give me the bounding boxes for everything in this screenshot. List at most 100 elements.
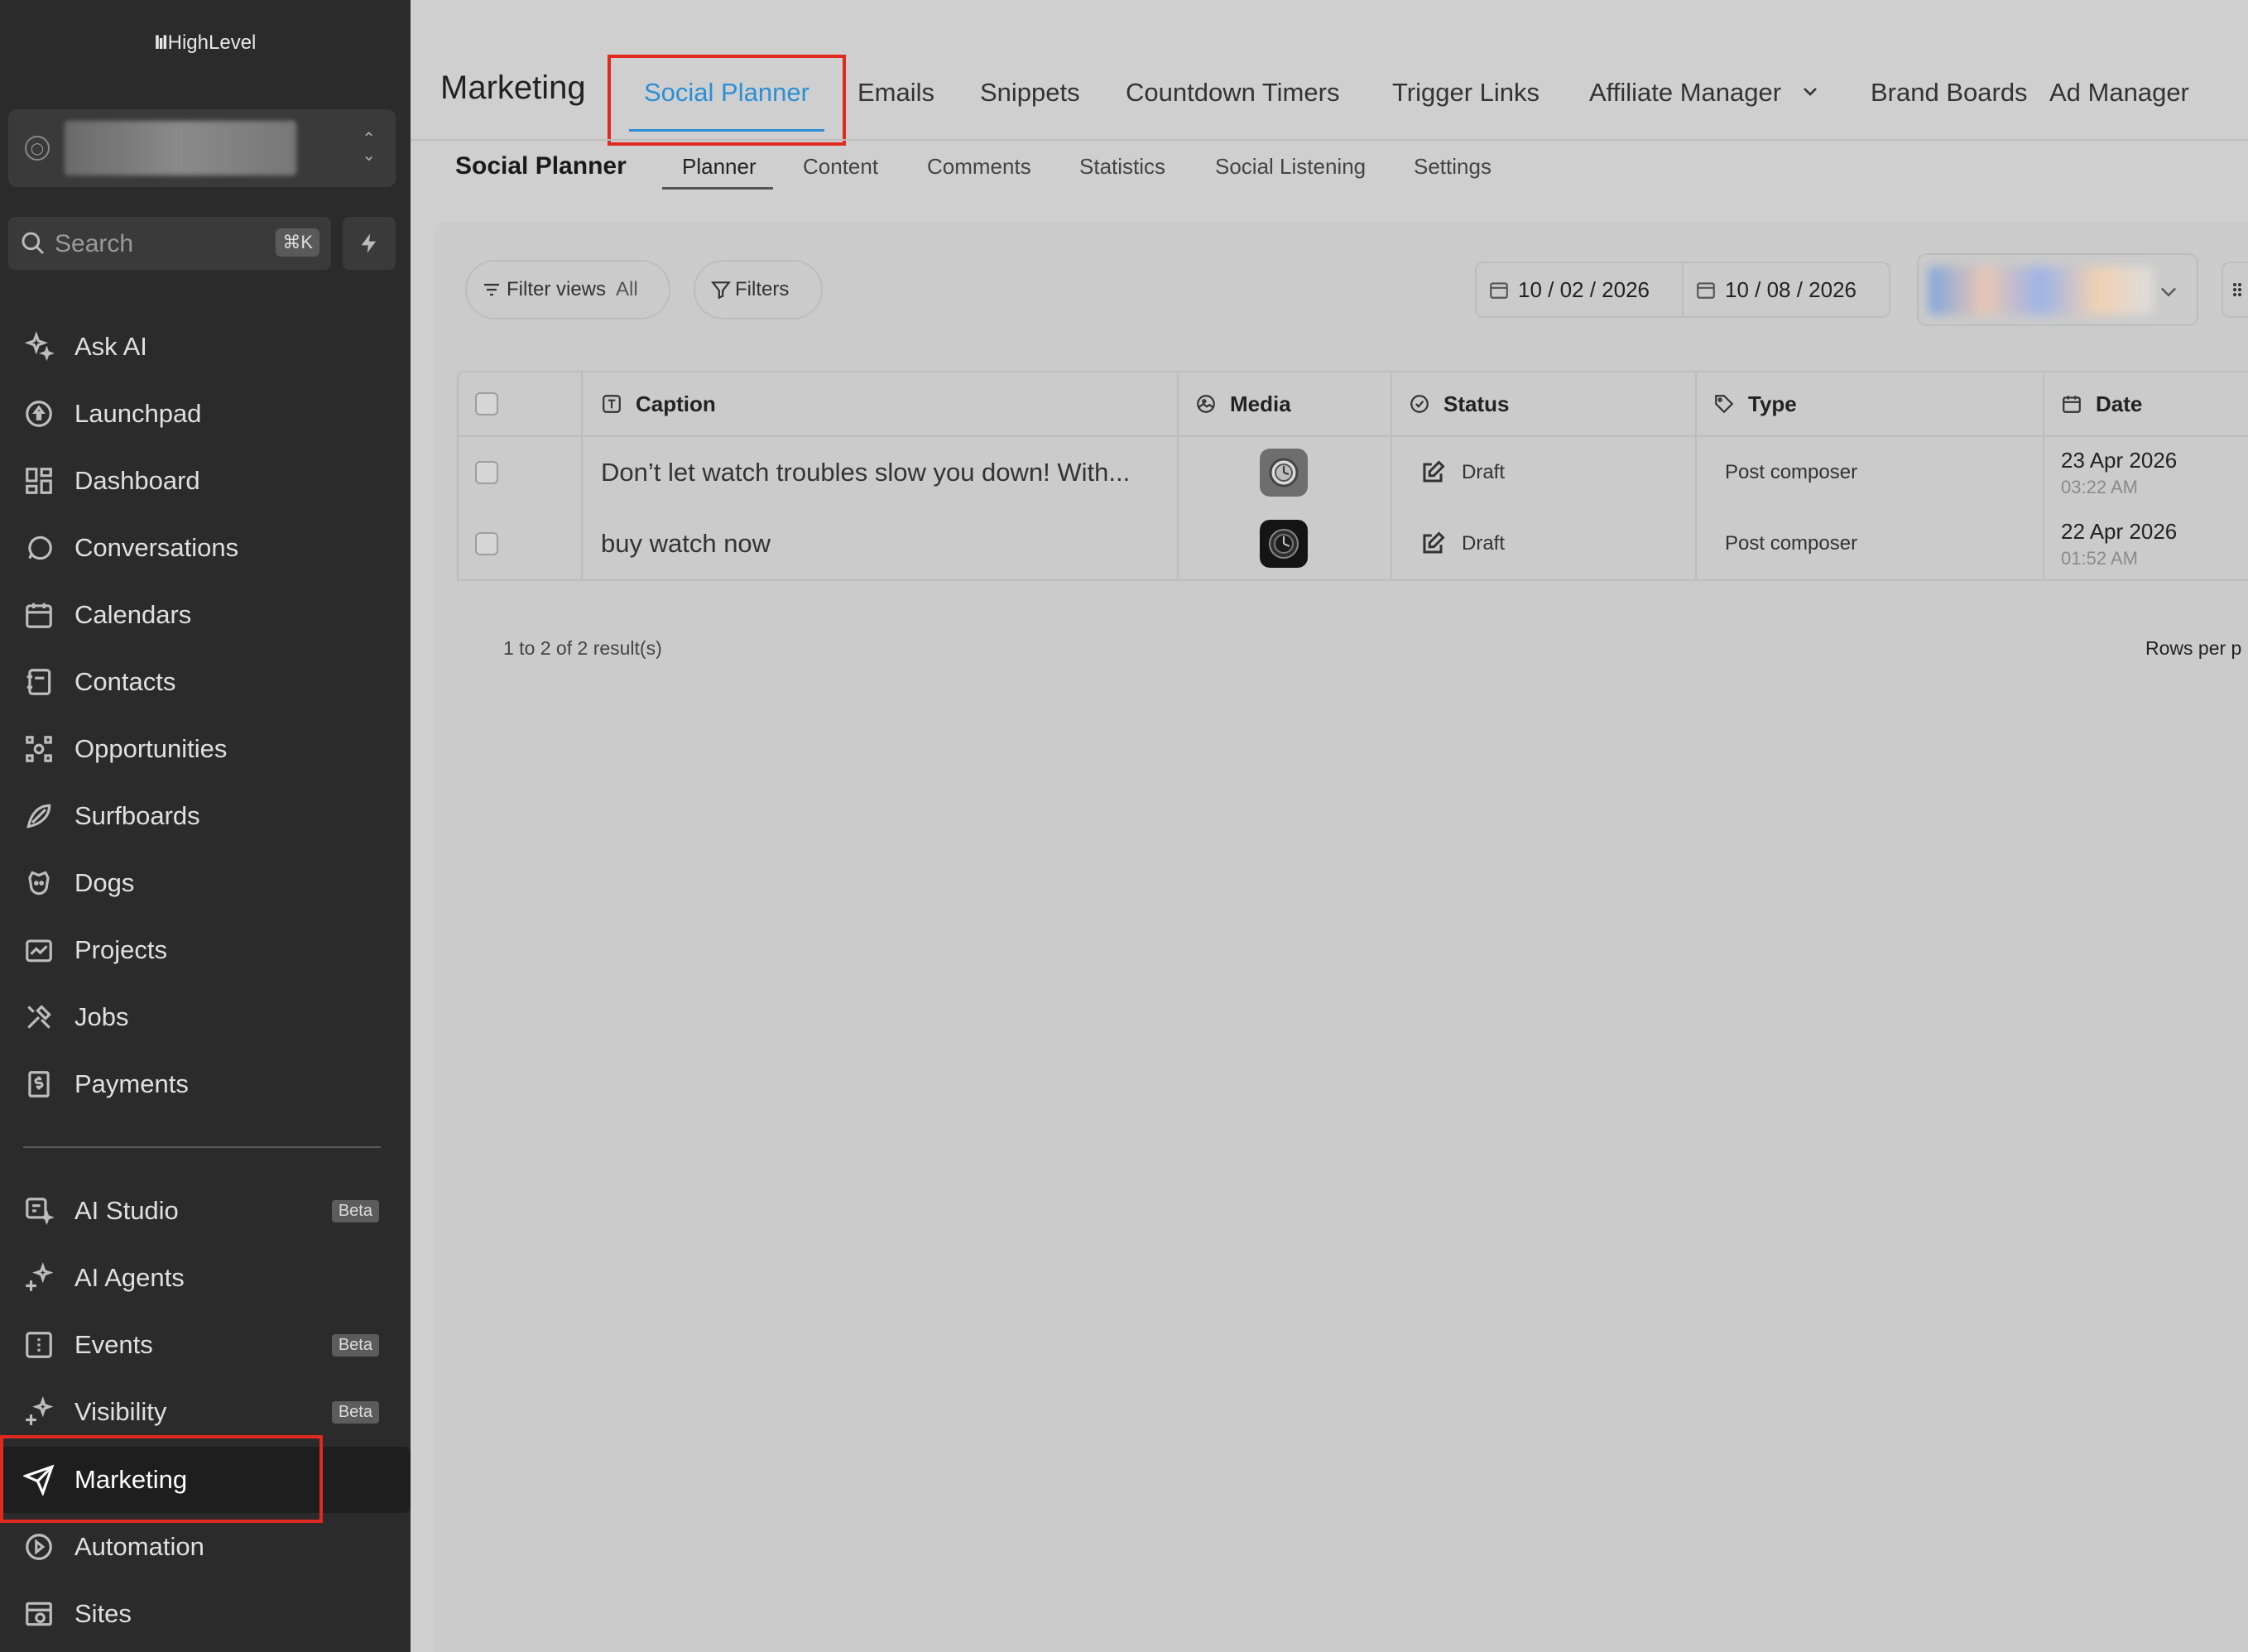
top-navigation: Marketing Social Planner Emails Snippets…: [411, 0, 2248, 146]
select-all-cell: [475, 372, 498, 435]
beta-badge: Beta: [331, 1400, 379, 1424]
column-divider: [1695, 508, 1697, 579]
dog-icon: [22, 866, 56, 900]
sidebar-item-ask-ai[interactable]: Ask AI: [22, 326, 147, 367]
row-caption[interactable]: buy watch now: [601, 508, 771, 579]
column-divider: [2043, 437, 2044, 508]
column-divider: [1695, 372, 1697, 435]
sidebar-item-conversations[interactable]: Conversations: [22, 527, 238, 569]
sidebar-item-label: Dashboard: [74, 466, 200, 495]
accounts-selector[interactable]: [1917, 253, 2198, 326]
edit-icon: [1423, 460, 1445, 483]
automation-icon: [22, 1530, 56, 1564]
sidebar-item-events[interactable]: Events Beta: [22, 1324, 389, 1366]
row-caption[interactable]: Don’t let watch troubles slow you down! …: [601, 437, 1130, 508]
tab-countdown-timers[interactable]: Countdown Timers: [1126, 78, 1339, 108]
sidebar-item-opportunities[interactable]: Opportunities: [22, 728, 227, 770]
brand-logo[interactable]: IıIHighLevel: [0, 31, 411, 55]
filter-views-button[interactable]: Filter views All: [465, 260, 670, 319]
funnel-icon: [711, 281, 731, 300]
column-divider: [1391, 508, 1392, 579]
section-title: Social Planner: [455, 152, 627, 180]
column-header-status[interactable]: Status: [1409, 372, 1509, 435]
search-input[interactable]: Search ⌘K: [8, 217, 331, 270]
grid-dots-icon: [2233, 283, 2241, 296]
projects-icon: [22, 933, 56, 968]
row-date-value: 23 Apr 2026: [2061, 447, 2178, 473]
row-checkbox[interactable]: [475, 461, 498, 484]
chevron-down-icon: [1800, 78, 1820, 108]
accounts-avatars-blurred: [1929, 267, 2154, 315]
filters-button[interactable]: Filters: [694, 260, 823, 319]
subtab-statistics[interactable]: Statistics: [1079, 154, 1165, 180]
tab-brand-boards[interactable]: Brand Boards: [1871, 78, 2028, 108]
row-time-value: 01:52 AM: [2061, 547, 2138, 569]
logo-text: HighLevel: [167, 31, 257, 54]
sidebar-item-label: Sites: [74, 1599, 132, 1628]
subtab-content[interactable]: Content: [803, 154, 878, 180]
sidebar-item-dashboard[interactable]: Dashboard: [22, 460, 200, 502]
logo-mark: IıI: [154, 31, 168, 54]
sidebar-item-launchpad[interactable]: Launchpad: [22, 393, 201, 435]
quick-actions-button[interactable]: [343, 217, 396, 270]
beta-badge: Beta: [331, 1199, 379, 1222]
row-select-cell: [475, 437, 498, 508]
sites-icon: [22, 1597, 56, 1631]
subtab-planner[interactable]: Planner: [682, 154, 757, 180]
sidebar-item-surfboards[interactable]: Surfboards: [22, 795, 200, 837]
account-switcher[interactable]: ◯ ⌃ ⌄: [8, 109, 396, 187]
calendar-icon: [22, 598, 56, 632]
sidebar-item-contacts[interactable]: Contacts: [22, 661, 175, 703]
column-divider: [581, 508, 583, 579]
column-label: Status: [1443, 391, 1510, 416]
column-header-type[interactable]: Type: [1713, 372, 1797, 435]
date-from-input[interactable]: 10 / 02 / 2026: [1475, 262, 1684, 318]
sidebar-item-label: Opportunities: [74, 734, 228, 763]
subtab-settings[interactable]: Settings: [1414, 154, 1491, 180]
date-to-input[interactable]: 10 / 08 / 2026: [1682, 262, 1890, 318]
date-to-value: 10 / 08 / 2026: [1725, 276, 1857, 302]
highlight-box-social-planner: [608, 55, 846, 146]
sidebar-item-dogs[interactable]: Dogs: [22, 862, 134, 904]
beta-badge: Beta: [331, 1333, 379, 1357]
posts-table: Caption Media Status Type Date Don’t let…: [457, 371, 2248, 581]
results-count: 1 to 2 of 2 result(s): [503, 637, 662, 659]
sidebar-item-projects[interactable]: Projects: [22, 929, 167, 971]
sidebar-item-ai-studio[interactable]: AI Studio Beta: [22, 1190, 389, 1232]
sidebar-item-calendars[interactable]: Calendars: [22, 594, 191, 636]
row-status[interactable]: Draft: [1420, 437, 1505, 508]
column-header-media[interactable]: Media: [1195, 372, 1291, 435]
tab-ad-manager[interactable]: Ad Manager: [2049, 78, 2189, 108]
sidebar-item-visibility[interactable]: Visibility Beta: [22, 1391, 389, 1433]
row-status[interactable]: Draft: [1420, 508, 1505, 579]
select-all-checkbox[interactable]: [475, 392, 498, 415]
row-media[interactable]: [1260, 508, 1308, 579]
tab-emails[interactable]: Emails: [857, 78, 934, 108]
tab-affiliate-manager[interactable]: Affiliate Manager: [1589, 78, 1820, 108]
sidebar-item-label: Payments: [74, 1069, 189, 1098]
table-row[interactable]: buy watch now Draft Post composer 22 Apr…: [459, 508, 2248, 579]
view-toggle-button[interactable]: [2222, 262, 2248, 318]
column-divider: [581, 437, 583, 508]
sidebar-item-automation[interactable]: Automation: [22, 1526, 204, 1568]
column-header-caption[interactable]: Caption: [601, 372, 716, 435]
account-name-blurred: [65, 121, 296, 175]
sidebar-item-label: Automation: [74, 1532, 204, 1561]
sidebar-item-ai-agents[interactable]: AI Agents: [22, 1257, 185, 1299]
search-placeholder: Search: [55, 230, 134, 257]
column-divider: [2043, 372, 2044, 435]
column-header-date[interactable]: Date: [2061, 372, 2142, 435]
tab-snippets[interactable]: Snippets: [980, 78, 1080, 108]
row-media[interactable]: [1260, 437, 1308, 508]
table-row[interactable]: Don’t let watch troubles slow you down! …: [459, 437, 2248, 508]
sidebar-item-sites[interactable]: Sites: [22, 1593, 132, 1635]
filters-label: Filters: [735, 278, 790, 300]
sidebar-item-label: Conversations: [74, 533, 239, 562]
sidebar-item-label: AI Agents: [74, 1263, 185, 1292]
tab-trigger-links[interactable]: Trigger Links: [1392, 78, 1539, 108]
sidebar-item-jobs[interactable]: Jobs: [22, 996, 128, 1038]
sidebar-item-payments[interactable]: Payments: [22, 1064, 189, 1105]
subtab-social-listening[interactable]: Social Listening: [1215, 154, 1366, 180]
row-checkbox[interactable]: [475, 532, 498, 555]
subtab-comments[interactable]: Comments: [927, 154, 1031, 180]
